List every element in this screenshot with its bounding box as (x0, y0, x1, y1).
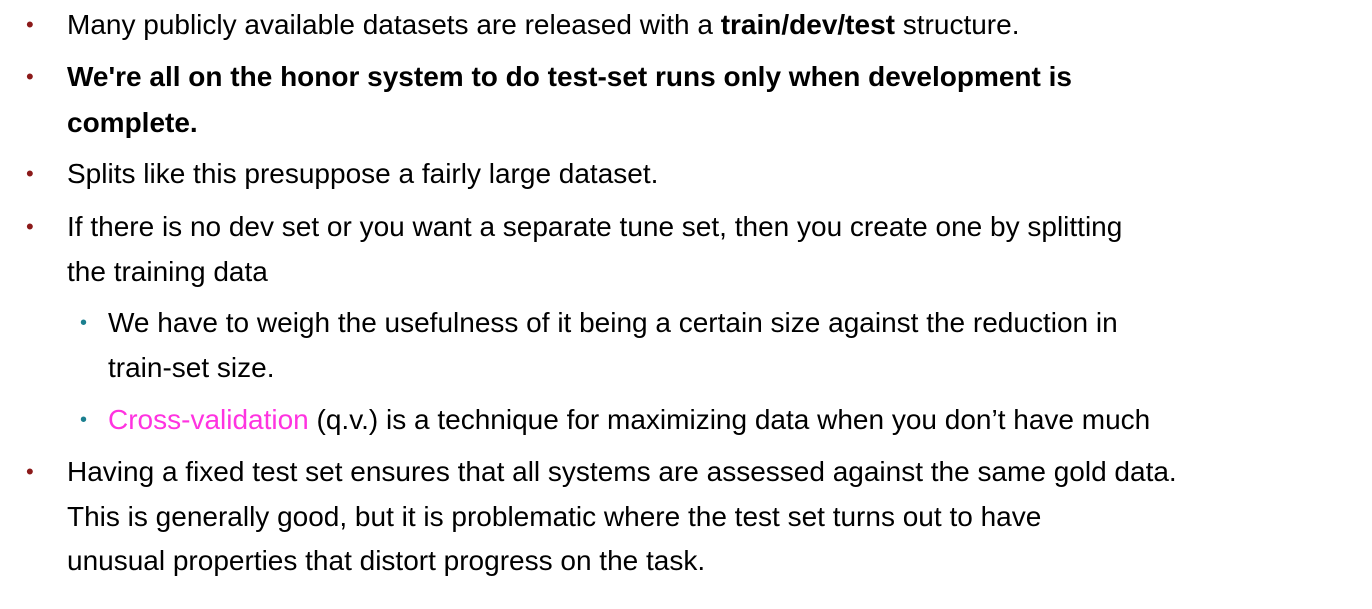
sub-bullet-text-cross-validation: Cross-validation (q.v.) is a technique f… (108, 397, 1150, 443)
text: structure. (894, 9, 1020, 40)
bullet-text-datasets: Many publicly available datasets are rel… (67, 2, 1019, 48)
text: Many publicly available datasets are rel… (67, 9, 721, 40)
bullet-text-fixed-test-set: Having a fixed test set ensures that all… (67, 456, 1177, 487)
bullet-icon: • (26, 12, 34, 37)
bold-text: train/dev/test (720, 9, 895, 40)
bullet-icon: • (26, 64, 34, 89)
bullet-icon: • (26, 459, 34, 484)
text: (q.v.) is a technique for maximizing dat… (308, 404, 1151, 435)
bullet-icon: • (26, 214, 34, 239)
bullet-text-dev-set-cont: the training data (67, 256, 268, 287)
bullet-icon: • (26, 161, 34, 186)
cross-validation-link[interactable]: Cross-validation (108, 404, 309, 435)
bullet-text-honor-system-cont: complete. (67, 107, 198, 138)
sub-bullet-icon: • (80, 409, 88, 431)
sub-bullet-text-weigh: We have to weigh the usefulness of it be… (108, 307, 1118, 338)
sub-bullet-text-weigh-cont: train-set size. (108, 352, 275, 383)
sub-bullet-icon: • (80, 312, 88, 334)
bullet-text-fixed-test-set-cont2: unusual properties that distort progress… (67, 545, 706, 576)
bullet-text-honor-system: We're all on the honor system to do test… (67, 61, 1072, 92)
bullet-text-fixed-test-set-cont: This is generally good, but it is proble… (67, 501, 1042, 532)
bullet-text-splits: Splits like this presuppose a fairly lar… (67, 158, 659, 189)
bullet-text-dev-set: If there is no dev set or you want a sep… (67, 211, 1123, 242)
